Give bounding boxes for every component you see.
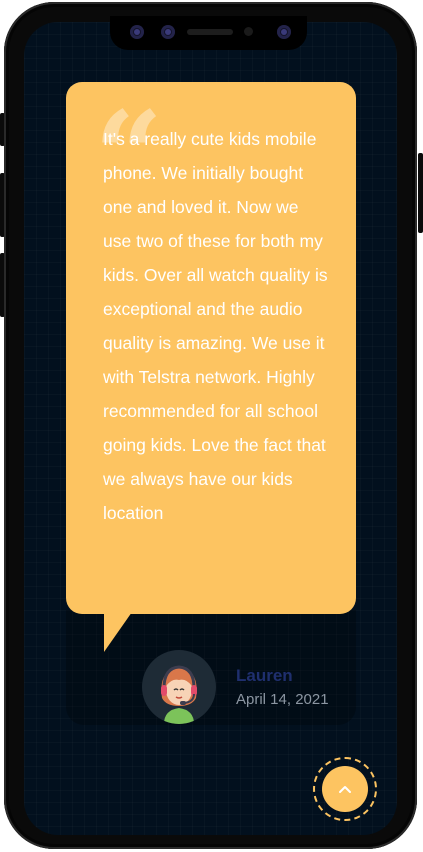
sensor-dot <box>244 27 253 36</box>
camera-icon <box>161 25 175 39</box>
camera-icon <box>277 25 291 39</box>
review-date: April 14, 2021 <box>236 691 329 708</box>
author-name: Lauren <box>236 666 293 685</box>
girl-headset-avatar-icon <box>161 665 197 724</box>
avatar <box>142 650 216 724</box>
camera-icon <box>130 25 144 39</box>
phone-notch <box>110 16 307 50</box>
speaker-grille <box>187 29 233 35</box>
chevron-up-icon <box>339 786 351 793</box>
bubble-tail <box>104 612 132 652</box>
power-button <box>418 153 423 233</box>
testimonial-text: It's a really cute kids mobile phone. We… <box>103 129 328 523</box>
scroll-to-top-button[interactable] <box>322 766 368 812</box>
